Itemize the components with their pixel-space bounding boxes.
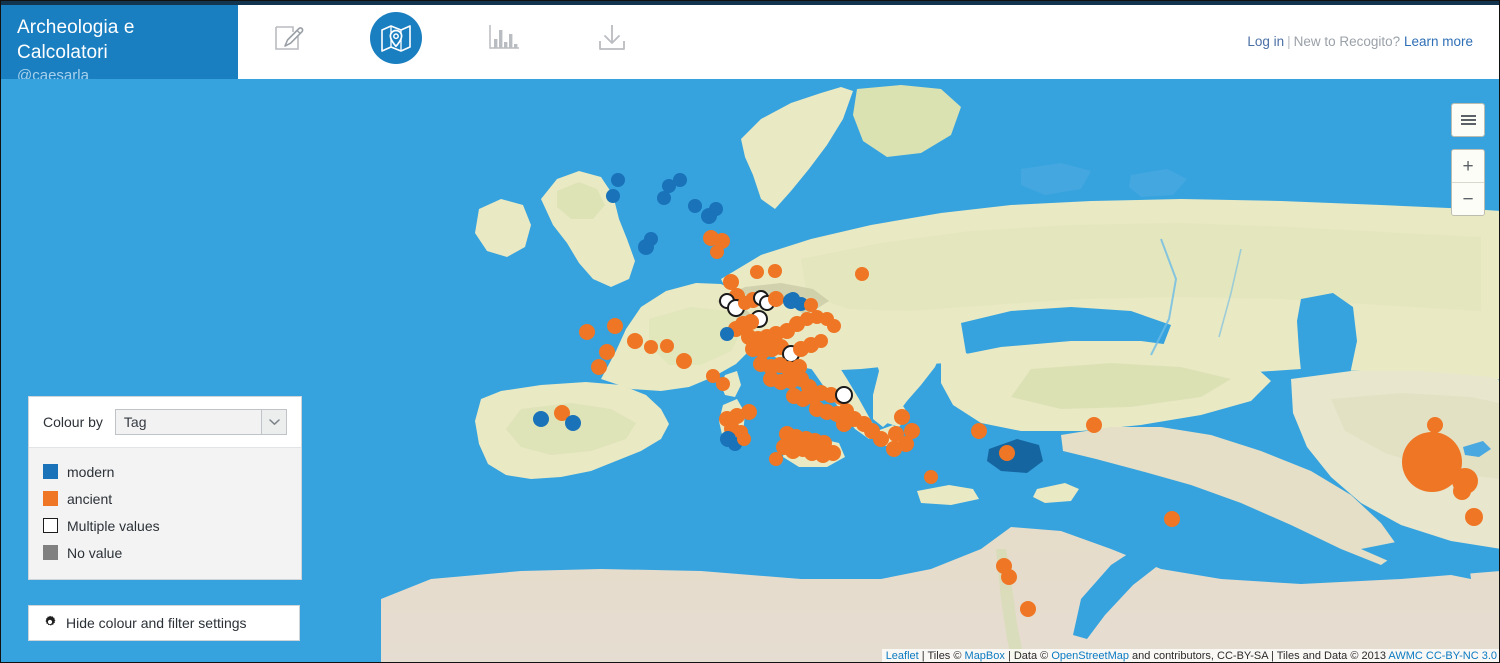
legend-item[interactable]: Multiple values <box>43 512 287 539</box>
attribution-osm-suffix: and contributors, CC-BY-SA | Tiles and D… <box>1128 650 1389 662</box>
map-marker-ancient[interactable] <box>873 431 889 447</box>
map-marker-ancient[interactable] <box>1086 417 1102 433</box>
legend-item[interactable]: modern <box>43 458 287 485</box>
legend-item-label: No value <box>67 544 123 561</box>
map-marker-multi[interactable] <box>835 386 853 404</box>
map-marker-ancient[interactable] <box>737 432 751 446</box>
map-marker-ancient[interactable] <box>1453 482 1471 500</box>
header-top-rule <box>1 1 1499 5</box>
map-marker-ancient[interactable] <box>706 369 720 383</box>
leaflet-link[interactable]: Leaflet <box>886 650 919 662</box>
legend-item[interactable]: No value <box>43 539 287 566</box>
hide-settings-button[interactable]: Hide colour and filter settings <box>28 605 300 641</box>
map-marker-ancient[interactable] <box>894 409 910 425</box>
colour-by-label: Colour by <box>43 414 103 430</box>
legend-items-list: modern ancient Multiple values No value <box>29 447 301 579</box>
attribution-tiles-prefix: | Tiles © <box>918 650 965 662</box>
map-marker-modern[interactable] <box>786 292 800 306</box>
map-marker-ancient[interactable] <box>924 470 938 484</box>
map-marker-modern[interactable] <box>611 173 625 187</box>
legend-swatch <box>43 518 58 533</box>
map-marker-ancient[interactable] <box>1164 511 1180 527</box>
learn-more-link[interactable]: Learn more <box>1404 34 1473 49</box>
map-marker-ancient[interactable] <box>814 334 828 348</box>
map-marker-ancient[interactable] <box>768 264 782 278</box>
map-marker-ancient[interactable] <box>607 318 623 334</box>
map-icon[interactable] <box>370 12 422 64</box>
statistics-icon[interactable] <box>478 12 530 64</box>
legend-swatch <box>43 491 58 506</box>
annotate-icon[interactable] <box>262 12 314 64</box>
layers-menu-icon[interactable] <box>1452 104 1484 136</box>
legend-item-label: Multiple values <box>67 517 160 534</box>
brand-block[interactable]: Archeologia e Calcolatori @caesarla <box>1 1 238 79</box>
colour-by-selected-value: Tag <box>123 414 147 430</box>
map-marker-modern[interactable] <box>688 199 702 213</box>
colour-by-row: Colour by Tag <box>29 397 301 447</box>
map-marker-modern[interactable] <box>644 232 658 246</box>
map-marker-modern[interactable] <box>606 189 620 203</box>
openstreetmap-link[interactable]: OpenStreetMap <box>1051 650 1129 662</box>
zoom-out-button[interactable]: − <box>1452 182 1484 215</box>
brand-title: Archeologia e Calcolatori <box>17 17 135 63</box>
map-marker-ancient[interactable] <box>1465 508 1483 526</box>
layers-control-group <box>1451 103 1485 137</box>
map-marker-ancient[interactable] <box>1427 417 1443 433</box>
map-marker-modern[interactable] <box>565 415 581 431</box>
map-viewport[interactable]: + − Colour by Tag modern ancient Multiple … <box>1 79 1499 662</box>
map-marker-modern[interactable] <box>709 202 723 216</box>
hide-settings-label: Hide colour and filter settings <box>66 615 247 631</box>
map-controls: + − <box>1451 103 1485 228</box>
map-marker-ancient[interactable] <box>855 267 869 281</box>
new-to-recogito-text: New to Recogito? <box>1293 34 1401 49</box>
map-marker-ancient[interactable] <box>710 245 724 259</box>
map-marker-ancient[interactable] <box>1020 601 1036 617</box>
colour-legend-panel: Colour by Tag modern ancient Multiple valu… <box>28 396 302 580</box>
map-marker-ancient[interactable] <box>579 324 595 340</box>
map-marker-ancient[interactable] <box>999 445 1015 461</box>
zoom-control-group: + − <box>1451 149 1485 216</box>
brand-handle: @caesarla <box>17 67 89 79</box>
link-separator: | <box>1287 34 1291 49</box>
map-marker-ancient[interactable] <box>1001 569 1017 585</box>
map-marker-modern[interactable] <box>720 327 734 341</box>
map-marker-ancient[interactable] <box>825 445 841 461</box>
map-marker-ancient[interactable] <box>676 353 692 369</box>
chevron-down-icon[interactable] <box>261 410 286 434</box>
app-header: Archeologia e Calcolatori @caesarla Log … <box>1 1 1499 79</box>
map-marker-modern[interactable] <box>533 411 549 427</box>
gear-icon <box>43 615 57 632</box>
header-links: Log in | New to Recogito? Learn more <box>1247 34 1473 49</box>
map-marker-modern[interactable] <box>673 173 687 187</box>
download-icon[interactable] <box>586 12 638 64</box>
mapbox-link[interactable]: MapBox <box>965 650 1005 662</box>
login-link[interactable]: Log in <box>1247 34 1284 49</box>
map-marker-ancient[interactable] <box>599 344 615 360</box>
map-marker-ancient[interactable] <box>627 333 643 349</box>
legend-item-label: ancient <box>67 490 113 507</box>
map-marker-modern[interactable] <box>657 191 671 205</box>
legend-swatch <box>43 545 58 560</box>
attribution-data-prefix: | Data © <box>1004 650 1052 662</box>
map-marker-ancient[interactable] <box>644 340 658 354</box>
map-attribution: Leaflet | Tiles © MapBox | Data © OpenSt… <box>881 649 1499 662</box>
recogito-map-app: Archeologia e Calcolatori @caesarla Log … <box>0 0 1500 663</box>
map-marker-ancient[interactable] <box>904 423 920 439</box>
map-marker-ancient[interactable] <box>768 291 784 307</box>
map-marker-ancient[interactable] <box>769 452 783 466</box>
legend-swatch <box>43 464 58 479</box>
awmc-link[interactable]: AWMC CC-BY-NC 3.0 <box>1388 650 1497 662</box>
main-toolbar <box>238 1 638 75</box>
map-marker-ancient[interactable] <box>827 319 841 333</box>
map-marker-ancient[interactable] <box>660 339 674 353</box>
map-marker-ancient[interactable] <box>591 359 607 375</box>
colour-by-select[interactable]: Tag <box>114 409 287 435</box>
map-marker-ancient[interactable] <box>750 265 764 279</box>
zoom-in-button[interactable]: + <box>1452 150 1484 182</box>
legend-item-label: modern <box>67 463 115 480</box>
map-marker-ancient[interactable] <box>971 423 987 439</box>
legend-item[interactable]: ancient <box>43 485 287 512</box>
